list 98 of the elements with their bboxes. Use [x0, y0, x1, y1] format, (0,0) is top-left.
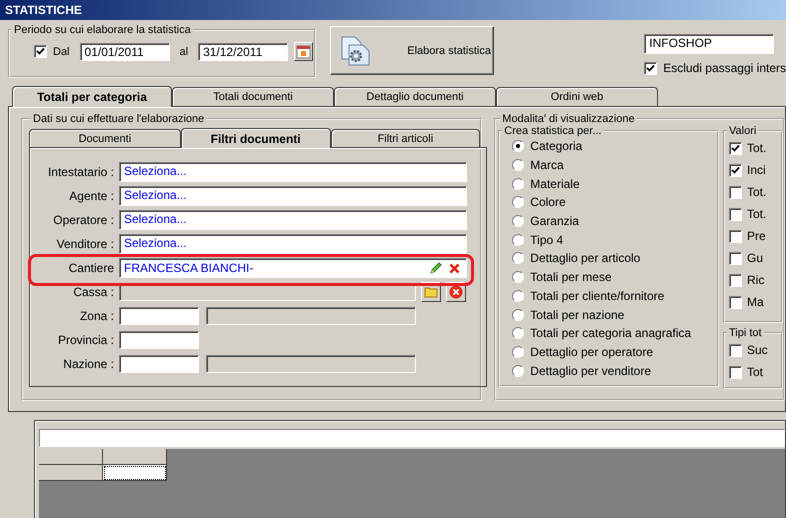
- group-label: Crea statistica per...: [503, 125, 602, 137]
- checkbox[interactable]: [729, 344, 742, 356]
- radio-button[interactable]: [512, 215, 524, 228]
- radio-label: Colore: [530, 195, 566, 210]
- checkbox-label: Inci: [747, 163, 766, 177]
- radio-label: Totali per cliente/fornitore: [530, 288, 664, 303]
- radio-label: Totali per categoria anagrafica: [530, 326, 692, 340]
- checkbox-label: Ric: [747, 273, 764, 287]
- radio-button[interactable]: [512, 308, 524, 321]
- grid-header-cell: [39, 449, 103, 465]
- checkbox[interactable]: [729, 208, 742, 220]
- folder-icon: [424, 286, 438, 298]
- select-field[interactable]: FRANCESCA BIANCHI-: [119, 258, 467, 278]
- input-field[interactable]: [119, 307, 199, 325]
- select-field[interactable]: Seleziona...: [119, 186, 467, 206]
- grid-header-cell: [39, 465, 103, 481]
- checkbox[interactable]: [644, 62, 658, 74]
- radio-label: Dettaglio per operatore: [530, 344, 654, 359]
- field-label: Zona :: [78, 309, 115, 323]
- radio-label: Dettaglio per venditore: [530, 364, 652, 378]
- group-label: Dati su cui effettuare l'elaborazione: [32, 113, 206, 125]
- checkbox[interactable]: [729, 164, 742, 176]
- radio-label: Totali per mese: [530, 270, 612, 284]
- select-field[interactable]: Seleziona...: [119, 210, 467, 230]
- tab[interactable]: Filtri documenti: [180, 128, 330, 148]
- field-label: Operatore :: [52, 213, 115, 227]
- radio-label: Totali per nazione: [530, 308, 624, 322]
- radio-button[interactable]: [512, 327, 524, 340]
- radio-button[interactable]: [512, 234, 524, 246]
- field-label: Cantiere: [68, 261, 115, 275]
- window-title: STATISTICHE: [0, 0, 786, 20]
- checkbox[interactable]: [729, 296, 742, 308]
- radio-button[interactable]: [512, 346, 524, 358]
- checkbox-label: Tot.: [747, 141, 766, 155]
- checkbox-label: Pre: [747, 229, 766, 243]
- tab[interactable]: Totali per categoria: [12, 86, 172, 107]
- checkbox-label: Tot.: [747, 207, 766, 221]
- group-label: Valori: [728, 125, 758, 137]
- field-label: Provincia :: [56, 333, 115, 347]
- radio-button[interactable]: [512, 364, 524, 377]
- checkbox[interactable]: [729, 252, 742, 264]
- checkbox-label: Gu: [747, 251, 764, 265]
- radio-label: Marca: [530, 158, 564, 172]
- tab[interactable]: Ordini web: [496, 87, 658, 106]
- checkbox[interactable]: [729, 366, 742, 378]
- radio-label: Categoria: [530, 139, 582, 154]
- field-label: Venditore :: [56, 237, 115, 251]
- close-icon: [449, 285, 463, 299]
- select-field[interactable]: Seleziona...: [119, 162, 467, 182]
- field-label: Agente :: [68, 189, 115, 203]
- document-gear-icon: [339, 34, 372, 66]
- input-field[interactable]: [119, 331, 199, 349]
- checkbox[interactable]: [729, 274, 742, 286]
- date-field[interactable]: 31/12/2011: [198, 42, 288, 60]
- field-label: Nazione :: [62, 357, 115, 371]
- radio-button[interactable]: [512, 159, 524, 172]
- checkbox-label: Ma: [747, 295, 764, 309]
- tab[interactable]: Totali documenti: [172, 87, 334, 106]
- radio-label: Materiale: [530, 176, 580, 191]
- tab[interactable]: Filtri articoli: [330, 129, 480, 147]
- run-button[interactable]: Elabora statistica: [330, 26, 494, 75]
- radio-label: Dettaglio per articolo: [530, 251, 640, 266]
- checkbox-label: Suc: [747, 343, 768, 357]
- delete-icon[interactable]: [449, 262, 460, 274]
- radio-button[interactable]: [512, 252, 524, 264]
- group-label: Modalita' di visualizzazione: [501, 113, 636, 125]
- pencil-icon[interactable]: [429, 261, 443, 275]
- checkbox[interactable]: [729, 186, 742, 198]
- input-field[interactable]: [39, 429, 785, 447]
- group-label: Periodo su cui elaborare la statistica: [13, 24, 192, 36]
- radio-button[interactable]: [512, 271, 524, 284]
- checkbox-label: Dal: [53, 46, 70, 58]
- radio-label: Tipo 4: [530, 232, 564, 247]
- tab[interactable]: Documenti: [29, 129, 181, 147]
- checkbox-label: Tot: [747, 365, 764, 379]
- radio-button[interactable]: [512, 140, 524, 152]
- field-label: Cassa :: [72, 285, 115, 299]
- checkbox[interactable]: [34, 45, 47, 58]
- select-field[interactable]: Seleziona...: [119, 234, 467, 254]
- checkbox[interactable]: [729, 142, 742, 154]
- checkbox-label: Tot.: [747, 185, 766, 199]
- radio-button[interactable]: [512, 290, 524, 302]
- group-label: Tipi tot: [728, 327, 763, 339]
- grid-header-cell: [103, 449, 167, 465]
- checkbox[interactable]: [729, 230, 742, 242]
- tab[interactable]: Dettaglio documenti: [334, 87, 496, 106]
- calendar-icon: [296, 44, 312, 59]
- field-label: al: [180, 46, 188, 58]
- store-field[interactable]: INFOSHOP: [644, 34, 774, 54]
- calendar-button[interactable]: [294, 42, 314, 61]
- radio-label: Garanzia: [530, 214, 579, 228]
- date-field[interactable]: 01/01/2011: [80, 42, 170, 60]
- field-label: Intestatario :: [46, 165, 115, 179]
- radio-button[interactable]: [512, 196, 524, 208]
- radio-button[interactable]: [512, 178, 524, 190]
- input-field[interactable]: [119, 355, 199, 373]
- checkbox-label: Escludi passaggi inters: [663, 61, 786, 75]
- grid-cell[interactable]: [103, 465, 167, 481]
